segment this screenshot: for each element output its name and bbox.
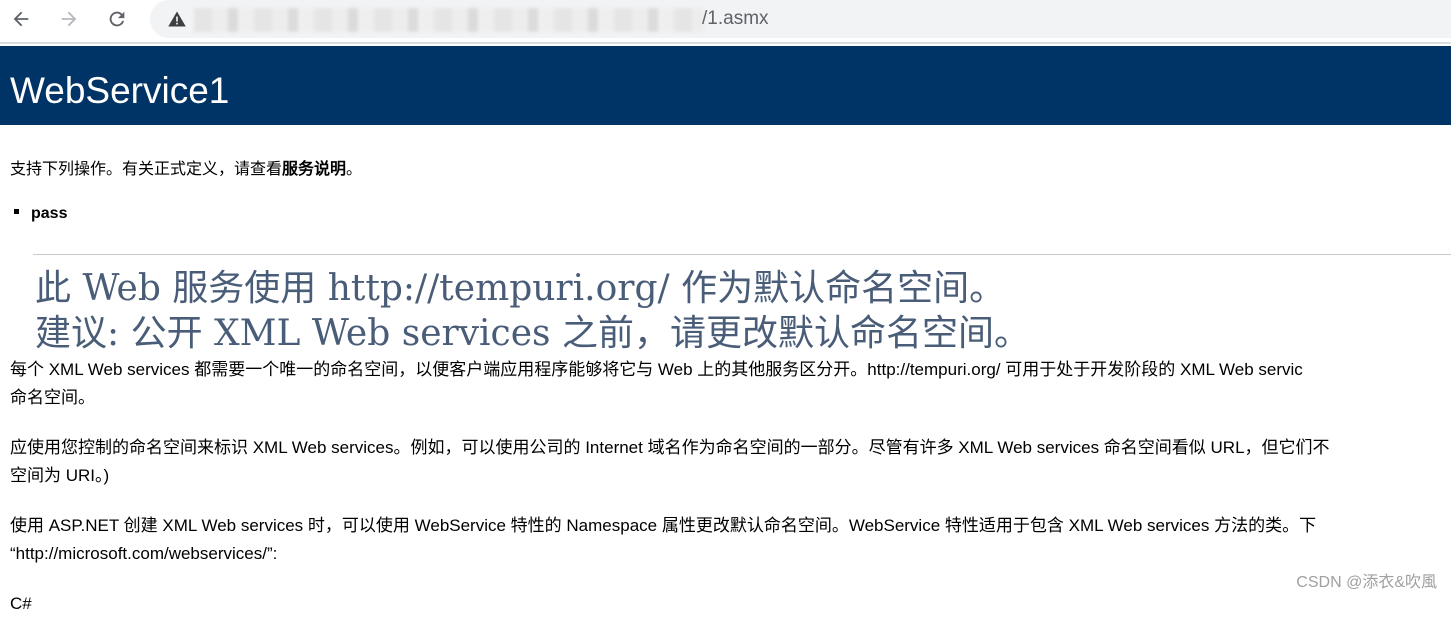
service-header: WebService1	[0, 46, 1451, 125]
page-title: WebService1	[10, 70, 230, 111]
forward-button[interactable]	[54, 6, 84, 32]
paragraph-1: 每个 XML Web services 都需要一个唯一的命名空间，以便客户端应用…	[10, 360, 1303, 379]
intro-end: 。	[346, 161, 363, 178]
paragraph-2: 应使用您控制的命名空间来标识 XML Web services。例如，可以使用公…	[10, 438, 1330, 457]
paragraph-3-cont: “http://microsoft.com/webservices/”:	[10, 544, 278, 563]
arrow-right-icon	[61, 11, 77, 27]
operation-list: pass	[14, 205, 67, 223]
intro-label: 支持下列操作。有关正式定义，请查看	[10, 161, 283, 178]
warning-line-1: 此 Web 服务使用 http://tempuri.org/ 作为默认命名空间。	[35, 268, 1006, 309]
namespace-warning: 此 Web 服务使用 http://tempuri.org/ 作为默认命名空间。…	[35, 266, 1030, 356]
warning-triangle-icon[interactable]	[167, 9, 187, 29]
url-suffix: /1.asmx	[702, 8, 769, 29]
reload-icon	[109, 11, 125, 27]
code-language-label: C#	[10, 594, 32, 613]
watermark: CSDN @添衣&吹風	[1296, 574, 1437, 591]
operation-link-pass[interactable]: pass	[31, 205, 67, 222]
divider	[33, 254, 1451, 255]
warning-line-2: 建议: 公开 XML Web services 之前，请更改默认命名空间。	[35, 313, 1030, 354]
address-bar[interactable]: /1.asmx	[150, 0, 1451, 38]
browser-toolbar: /1.asmx	[0, 0, 1451, 44]
intro-text: 支持下列操作。有关正式定义，请查看服务说明。	[10, 155, 362, 179]
paragraph-3: 使用 ASP.NET 创建 XML Web services 时，可以使用 We…	[10, 516, 1317, 535]
blurred-url	[194, 8, 704, 32]
paragraph-1-cont: 命名空间。	[10, 388, 95, 407]
paragraph-2-cont: 空间为 URI。)	[10, 466, 110, 485]
back-button[interactable]	[6, 6, 36, 32]
bullet-icon	[14, 209, 19, 215]
arrow-left-icon	[13, 11, 29, 27]
reload-button[interactable]	[102, 6, 132, 32]
service-description-link[interactable]: 服务说明	[282, 161, 346, 178]
